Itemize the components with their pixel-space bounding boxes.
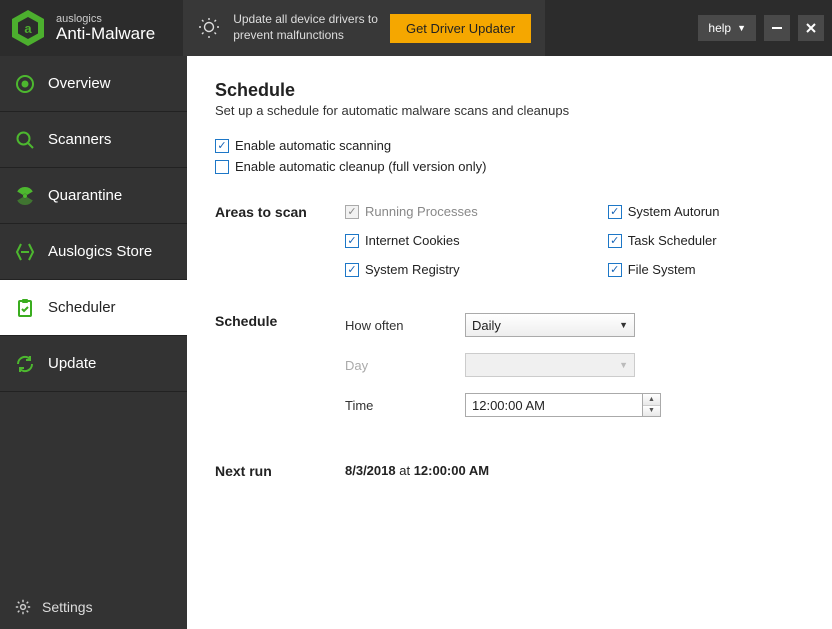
app-logo: a	[0, 0, 56, 56]
app-name: Anti-Malware	[56, 25, 155, 44]
area-tasksched-label: Task Scheduler	[628, 233, 717, 248]
page-subtitle: Set up a schedule for automatic malware …	[215, 103, 804, 118]
time-spinner: ▲ ▼	[643, 393, 661, 417]
area-running-label: Running Processes	[365, 204, 478, 219]
lightbulb-icon	[197, 16, 221, 40]
time-spin-up[interactable]: ▲	[643, 394, 660, 406]
areas-section: Areas to scan Running Processes Internet…	[215, 204, 804, 283]
area-filesystem-label: File System	[628, 262, 696, 277]
enable-scanning-label: Enable automatic scanning	[235, 138, 391, 153]
time-label: Time	[345, 398, 465, 413]
target-icon	[14, 73, 36, 95]
enable-cleanup-row: Enable automatic cleanup (full version o…	[215, 159, 804, 174]
chevron-down-icon: ▼	[737, 23, 746, 33]
sidebar-item-label: Scanners	[48, 131, 111, 148]
nextrun-section: Next run 8/3/2018 at 12:00:00 AM	[215, 463, 804, 479]
promo-text: Update all device drivers to prevent mal…	[233, 12, 378, 43]
app-window: a auslogics Anti-Malware Update all devi…	[0, 0, 832, 629]
search-icon	[14, 129, 36, 151]
enable-cleanup-checkbox[interactable]	[215, 160, 229, 174]
sidebar-item-scheduler[interactable]: Scheduler	[0, 280, 187, 336]
refresh-icon	[14, 353, 36, 375]
get-driver-updater-button[interactable]: Get Driver Updater	[390, 14, 531, 43]
close-button[interactable]	[798, 15, 824, 41]
promo-banner: Update all device drivers to prevent mal…	[183, 0, 545, 56]
sidebar-item-label: Auslogics Store	[48, 243, 152, 260]
enable-scanning-row: Enable automatic scanning	[215, 138, 804, 153]
sidebar-item-label: Quarantine	[48, 187, 122, 204]
area-registry-checkbox[interactable]	[345, 263, 359, 277]
sidebar-item-overview[interactable]: Overview	[0, 56, 187, 112]
content-panel: Schedule Set up a schedule for automatic…	[187, 56, 832, 629]
time-input[interactable]: 12:00:00 AM	[465, 393, 643, 417]
area-cookies-label: Internet Cookies	[365, 233, 460, 248]
sidebar-item-scanners[interactable]: Scanners	[0, 112, 187, 168]
day-label: Day	[345, 358, 465, 373]
radioactive-icon	[14, 185, 36, 207]
gear-icon	[14, 598, 32, 616]
app-body: Overview Scanners Quarantine Auslogics S…	[0, 56, 832, 629]
sidebar-item-label: Update	[48, 355, 96, 372]
brand-text: auslogics	[56, 13, 155, 25]
enable-cleanup-label: Enable automatic cleanup (full version o…	[235, 159, 486, 174]
area-autorun-checkbox[interactable]	[608, 205, 622, 219]
sidebar-item-quarantine[interactable]: Quarantine	[0, 168, 187, 224]
page-title: Schedule	[215, 80, 804, 101]
chevron-down-icon: ▼	[619, 360, 628, 370]
area-filesystem-checkbox[interactable]	[608, 263, 622, 277]
how-often-label: How often	[345, 318, 465, 333]
areas-label: Areas to scan	[215, 204, 345, 283]
area-tasksched-checkbox[interactable]	[608, 234, 622, 248]
schedule-section: Schedule How often Daily ▼ Day ▼	[215, 313, 804, 433]
app-title: auslogics Anti-Malware	[56, 13, 155, 44]
sidebar-item-label: Scheduler	[48, 299, 116, 316]
sidebar-settings-label: Settings	[42, 599, 93, 615]
nextrun-value: 8/3/2018 at 12:00:00 AM	[345, 463, 804, 479]
sidebar-item-label: Overview	[48, 75, 111, 92]
sidebar-item-store[interactable]: Auslogics Store	[0, 224, 187, 280]
chevron-down-icon: ▼	[619, 320, 628, 330]
minimize-button[interactable]	[764, 15, 790, 41]
enable-scanning-checkbox[interactable]	[215, 139, 229, 153]
area-autorun-label: System Autorun	[628, 204, 720, 219]
day-select: ▼	[465, 353, 635, 377]
area-running-checkbox	[345, 205, 359, 219]
how-often-select[interactable]: Daily ▼	[465, 313, 635, 337]
titlebar-controls: help ▼	[698, 15, 832, 41]
area-cookies-checkbox[interactable]	[345, 234, 359, 248]
schedule-label: Schedule	[215, 313, 345, 433]
clipboard-check-icon	[14, 297, 36, 319]
sidebar: Overview Scanners Quarantine Auslogics S…	[0, 56, 187, 629]
sidebar-item-update[interactable]: Update	[0, 336, 187, 392]
titlebar: a auslogics Anti-Malware Update all devi…	[0, 0, 832, 56]
help-menu-button[interactable]: help ▼	[698, 15, 756, 41]
store-icon	[14, 241, 36, 263]
sidebar-settings[interactable]: Settings	[0, 585, 187, 629]
time-spin-down[interactable]: ▼	[643, 406, 660, 417]
area-registry-label: System Registry	[365, 262, 460, 277]
nextrun-label: Next run	[215, 463, 345, 479]
